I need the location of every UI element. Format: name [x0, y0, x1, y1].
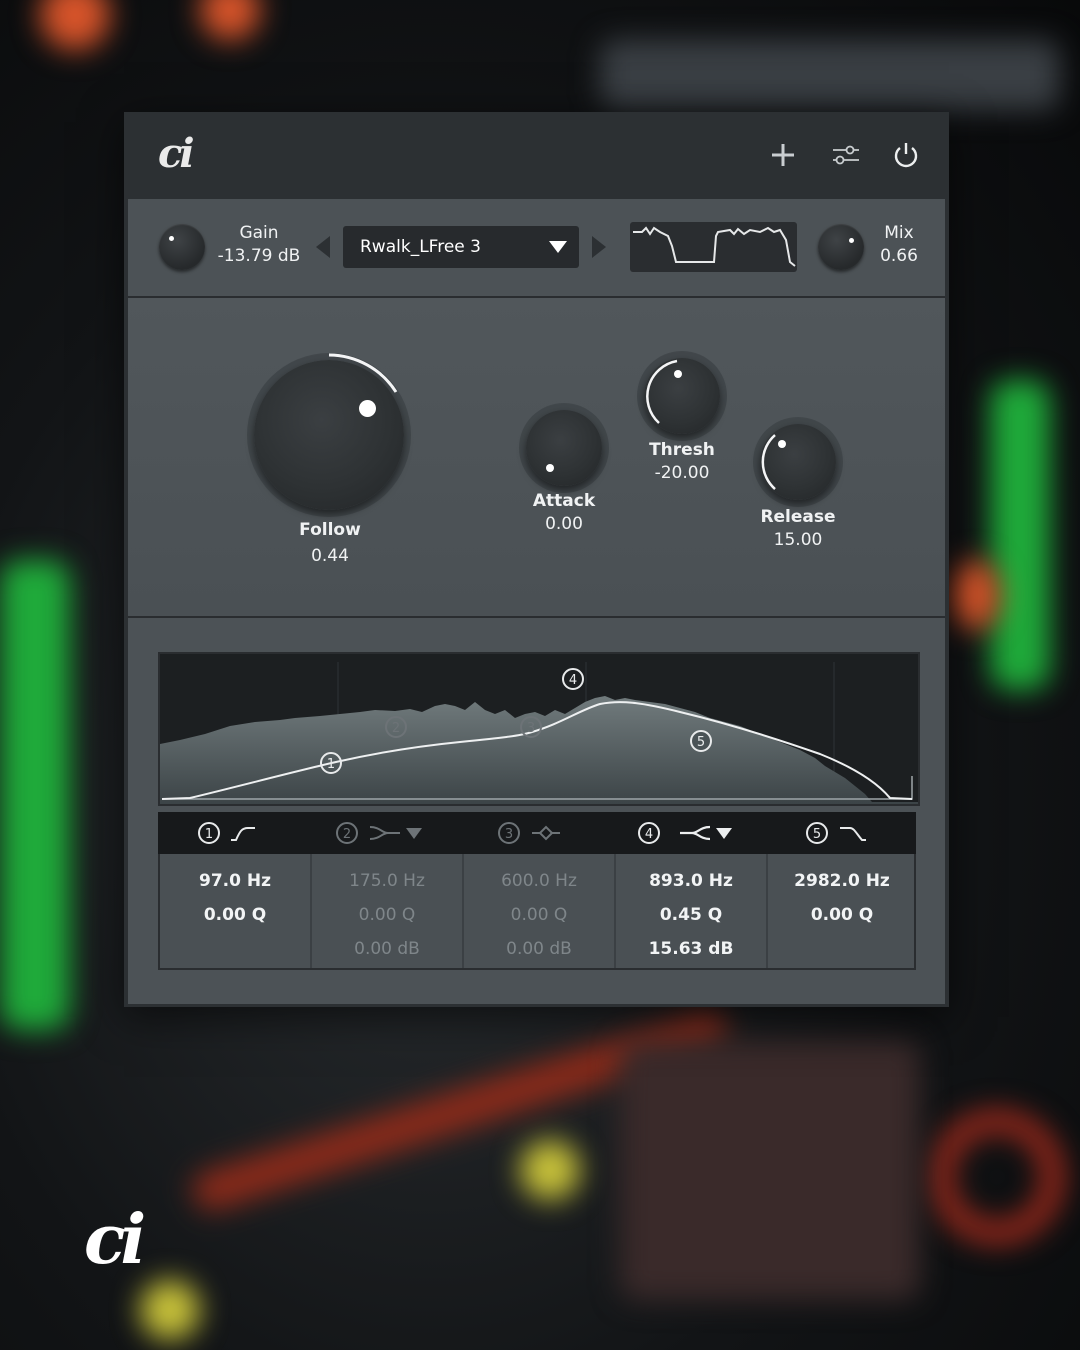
bg-light-2 [200, 0, 260, 40]
bg-panel-top [600, 40, 1060, 110]
bg-light-1 [40, 0, 110, 50]
thresh-readout: Thresh -20.00 [627, 439, 737, 485]
add-button[interactable] [766, 138, 800, 172]
waveform-shape [633, 226, 796, 267]
band-4-freq[interactable]: 893.0 Hz [616, 864, 766, 898]
band-3-header[interactable]: 3 [498, 812, 564, 854]
bg-led-1 [520, 1140, 580, 1200]
band-4-gain[interactable]: 15.63 dB [616, 932, 766, 966]
bg-meter-right [990, 380, 1050, 690]
follow-label: Follow [299, 520, 361, 540]
band-2-gain[interactable]: 0.00 dB [312, 932, 462, 966]
plugin-window: ci Gain -13.79 dB Rwalk_LFree 3 Mix 0.66… [124, 112, 949, 1007]
follow-arc [328, 353, 398, 393]
band-2-number: 2 [336, 822, 358, 844]
band-2-params: 175.0 Hz 0.00 Q 0.00 dB [312, 854, 462, 978]
settings-button[interactable] [828, 138, 862, 172]
top-controls: Gain -13.79 dB Rwalk_LFree 3 Mix 0.66 [128, 199, 945, 298]
thresh-arc [646, 359, 678, 424]
eq-graph[interactable]: 1 2 3 4 5 [158, 652, 920, 806]
power-icon [894, 143, 918, 168]
band-1-params: 97.0 Hz 0.00 Q [160, 854, 310, 978]
thresh-label: Thresh [649, 440, 715, 460]
preset-next-arrow[interactable] [592, 236, 606, 258]
band-1-freq[interactable]: 97.0 Hz [160, 864, 310, 898]
sliders-icon [833, 145, 859, 165]
bg-led-2 [140, 1280, 200, 1340]
band-5-freq[interactable]: 2982.0 Hz [768, 864, 916, 898]
band-4-q[interactable]: 0.45 Q [616, 898, 766, 932]
high-pass-icon [231, 827, 255, 841]
follow-value: 0.44 [311, 546, 349, 566]
attack-knob[interactable] [526, 410, 602, 486]
band-3-q[interactable]: 0.00 Q [464, 898, 614, 932]
preset-prev-arrow[interactable] [316, 236, 330, 258]
band-5-number: 5 [806, 822, 828, 844]
bg-dial [930, 1110, 1064, 1244]
eq-node-5[interactable]: 5 [690, 730, 712, 752]
watermark-logo: ci [84, 1200, 146, 1280]
band-3-gain[interactable]: 0.00 dB [464, 932, 614, 966]
mix-readout: Mix 0.66 [874, 222, 924, 268]
waveform-display [630, 222, 797, 272]
band-4-params: 893.0 Hz 0.45 Q 15.63 dB [616, 854, 766, 978]
chevron-down-icon [549, 241, 567, 253]
follow-readout: Follow 0.44 [275, 519, 385, 568]
band-4-number: 4 [638, 822, 660, 844]
low-pass-icon [840, 827, 866, 841]
chevron-down-icon[interactable] [716, 827, 732, 839]
eq-node-1[interactable]: 1 [320, 752, 342, 774]
band-3-params: 600.0 Hz 0.00 Q 0.00 dB [464, 854, 614, 978]
attack-label: Attack [532, 491, 596, 511]
chevron-down-icon[interactable] [406, 827, 422, 839]
band-2-header[interactable]: 2 [336, 812, 422, 854]
band-2-freq[interactable]: 175.0 Hz [312, 864, 462, 898]
mix-label: Mix [884, 223, 914, 243]
eq-node-3[interactable]: 3 [520, 716, 542, 738]
band-5-header[interactable]: 5 [806, 812, 868, 854]
gain-value: -13.79 dB [217, 246, 301, 266]
band-type-bar: 1 2 3 4 5 [158, 812, 916, 854]
release-value: 15.00 [773, 530, 823, 550]
preset-name: Rwalk_LFree 3 [360, 237, 481, 257]
high-shelf-icon [680, 825, 711, 841]
bg-device [620, 1040, 920, 1300]
plugin-logo: ci [158, 130, 195, 177]
attack-readout: Attack 0.00 [509, 490, 619, 536]
band-4-header[interactable]: 4 [638, 812, 732, 854]
band-3-number: 3 [498, 822, 520, 844]
gain-label: Gain [239, 223, 279, 243]
band-5-q[interactable]: 0.00 Q [768, 898, 916, 932]
power-button[interactable] [889, 138, 923, 172]
gain-knob[interactable] [159, 224, 205, 270]
attack-value: 0.00 [545, 514, 583, 534]
gain-readout: Gain -13.79 dB [216, 222, 302, 268]
dynamics-section: Follow 0.44 Attack 0.00 Thresh -20.00 Re… [128, 298, 945, 618]
title-bar: ci [124, 112, 949, 197]
band-1-number: 1 [198, 822, 220, 844]
band-2-q[interactable]: 0.00 Q [312, 898, 462, 932]
eq-node-2[interactable]: 2 [385, 716, 407, 738]
band-1-header[interactable]: 1 [198, 812, 258, 854]
thresh-value: -20.00 [654, 463, 710, 483]
eq-section: 1 2 3 4 5 1 2 3 4 5 97.0 Hz 0.00 Q 175.0… [128, 618, 945, 1004]
release-readout: Release 15.00 [743, 506, 853, 552]
bell-icon [532, 825, 560, 841]
band-1-q[interactable]: 0.00 Q [160, 898, 310, 932]
release-arc [761, 434, 776, 490]
band-5-params: 2982.0 Hz 0.00 Q [768, 854, 916, 978]
band-3-freq[interactable]: 600.0 Hz [464, 864, 614, 898]
band-parameters: 97.0 Hz 0.00 Q 175.0 Hz 0.00 Q 0.00 dB 6… [158, 854, 916, 970]
bg-meter-left [0, 560, 70, 1030]
plus-icon [772, 144, 794, 166]
release-label: Release [760, 507, 836, 527]
mix-value: 0.66 [880, 246, 918, 266]
preset-dropdown[interactable]: Rwalk_LFree 3 [343, 226, 579, 268]
eq-node-4[interactable]: 4 [562, 668, 584, 690]
low-shelf-icon [369, 826, 400, 840]
bg-light-3 [950, 560, 1000, 630]
mix-knob[interactable] [818, 224, 864, 270]
